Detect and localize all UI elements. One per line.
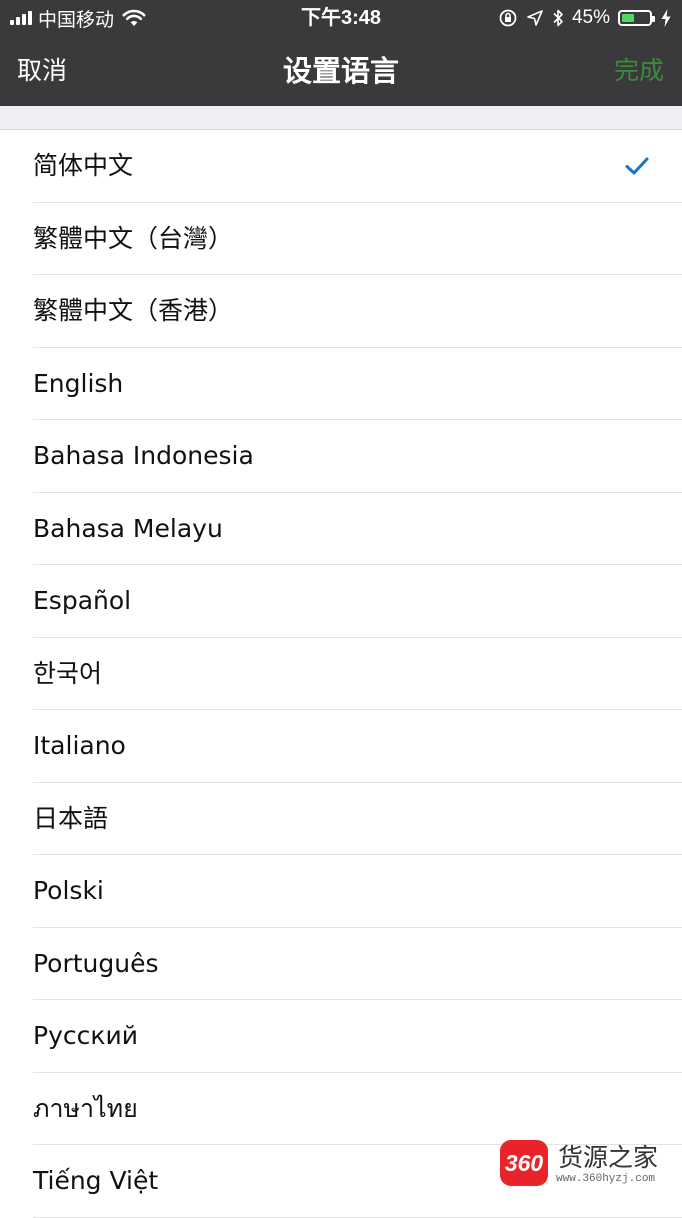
language-label: Tiếng Việt [33, 1166, 159, 1195]
done-button[interactable]: 完成 [614, 36, 664, 106]
watermark-name: 货源之家 [558, 1143, 659, 1172]
orientation-lock-icon [499, 9, 517, 27]
language-item[interactable]: 繁體中文（台灣） [0, 203, 682, 276]
battery-percent: 45% [571, 7, 610, 28]
watermark-logo: 360 [500, 1140, 548, 1186]
language-label: Português [33, 948, 159, 978]
language-label: Polski [33, 876, 104, 905]
language-label: 日本語 [33, 803, 109, 833]
language-item[interactable]: Português [0, 928, 682, 1001]
language-item[interactable]: Bahasa Indonesia [0, 420, 682, 493]
language-item[interactable]: Русский [0, 1000, 682, 1073]
language-label: 한국어 [33, 658, 103, 688]
battery-icon [618, 10, 655, 26]
watermark: 360 货源之家 www.360hyzj.com [500, 1138, 682, 1194]
language-item[interactable]: ภาษาไทย [0, 1073, 682, 1146]
language-item[interactable]: 繁體中文（香港） [0, 275, 682, 348]
battery-level [622, 14, 634, 22]
language-label: Bahasa Melayu [33, 513, 223, 543]
status-bar: 中国移动 下午3:48 45% [0, 0, 682, 36]
checkmark-icon [625, 157, 649, 175]
charging-icon [661, 9, 671, 27]
language-label: Italiano [33, 731, 126, 760]
language-label: Español [33, 586, 132, 615]
section-gap [0, 106, 682, 130]
language-item[interactable]: 日本語 [0, 783, 682, 856]
navigation-bar: 取消 设置语言 完成 [0, 36, 682, 106]
language-item[interactable]: 简体中文 [0, 130, 682, 203]
page-title: 设置语言 [282, 54, 399, 88]
language-label: English [33, 368, 124, 398]
language-item[interactable]: Español [0, 565, 682, 638]
language-label: Русский [33, 1021, 138, 1050]
language-item[interactable]: English [0, 348, 682, 421]
language-label: ภาษาไทย [33, 1093, 138, 1123]
language-list: 简体中文繁體中文（台灣） 繁體中文（香港） English Bahasa Indone… [0, 130, 682, 1218]
location-icon [527, 10, 543, 26]
bluetooth-icon [553, 9, 563, 27]
status-right: 45% [498, 0, 672, 36]
language-item[interactable]: Italiano [0, 710, 682, 783]
language-label: 繁體中文（台灣） [33, 223, 234, 253]
language-item[interactable]: Polski [0, 855, 682, 928]
language-label: 繁體中文（香港） [33, 296, 234, 325]
language-item[interactable]: Bahasa Melayu [0, 493, 682, 566]
language-label: Bahasa Indonesia [33, 441, 254, 470]
language-item[interactable]: 한국어 [0, 638, 682, 711]
watermark-url: www.360hyzj.com [556, 1173, 656, 1185]
language-label: 简体中文 [33, 151, 134, 180]
